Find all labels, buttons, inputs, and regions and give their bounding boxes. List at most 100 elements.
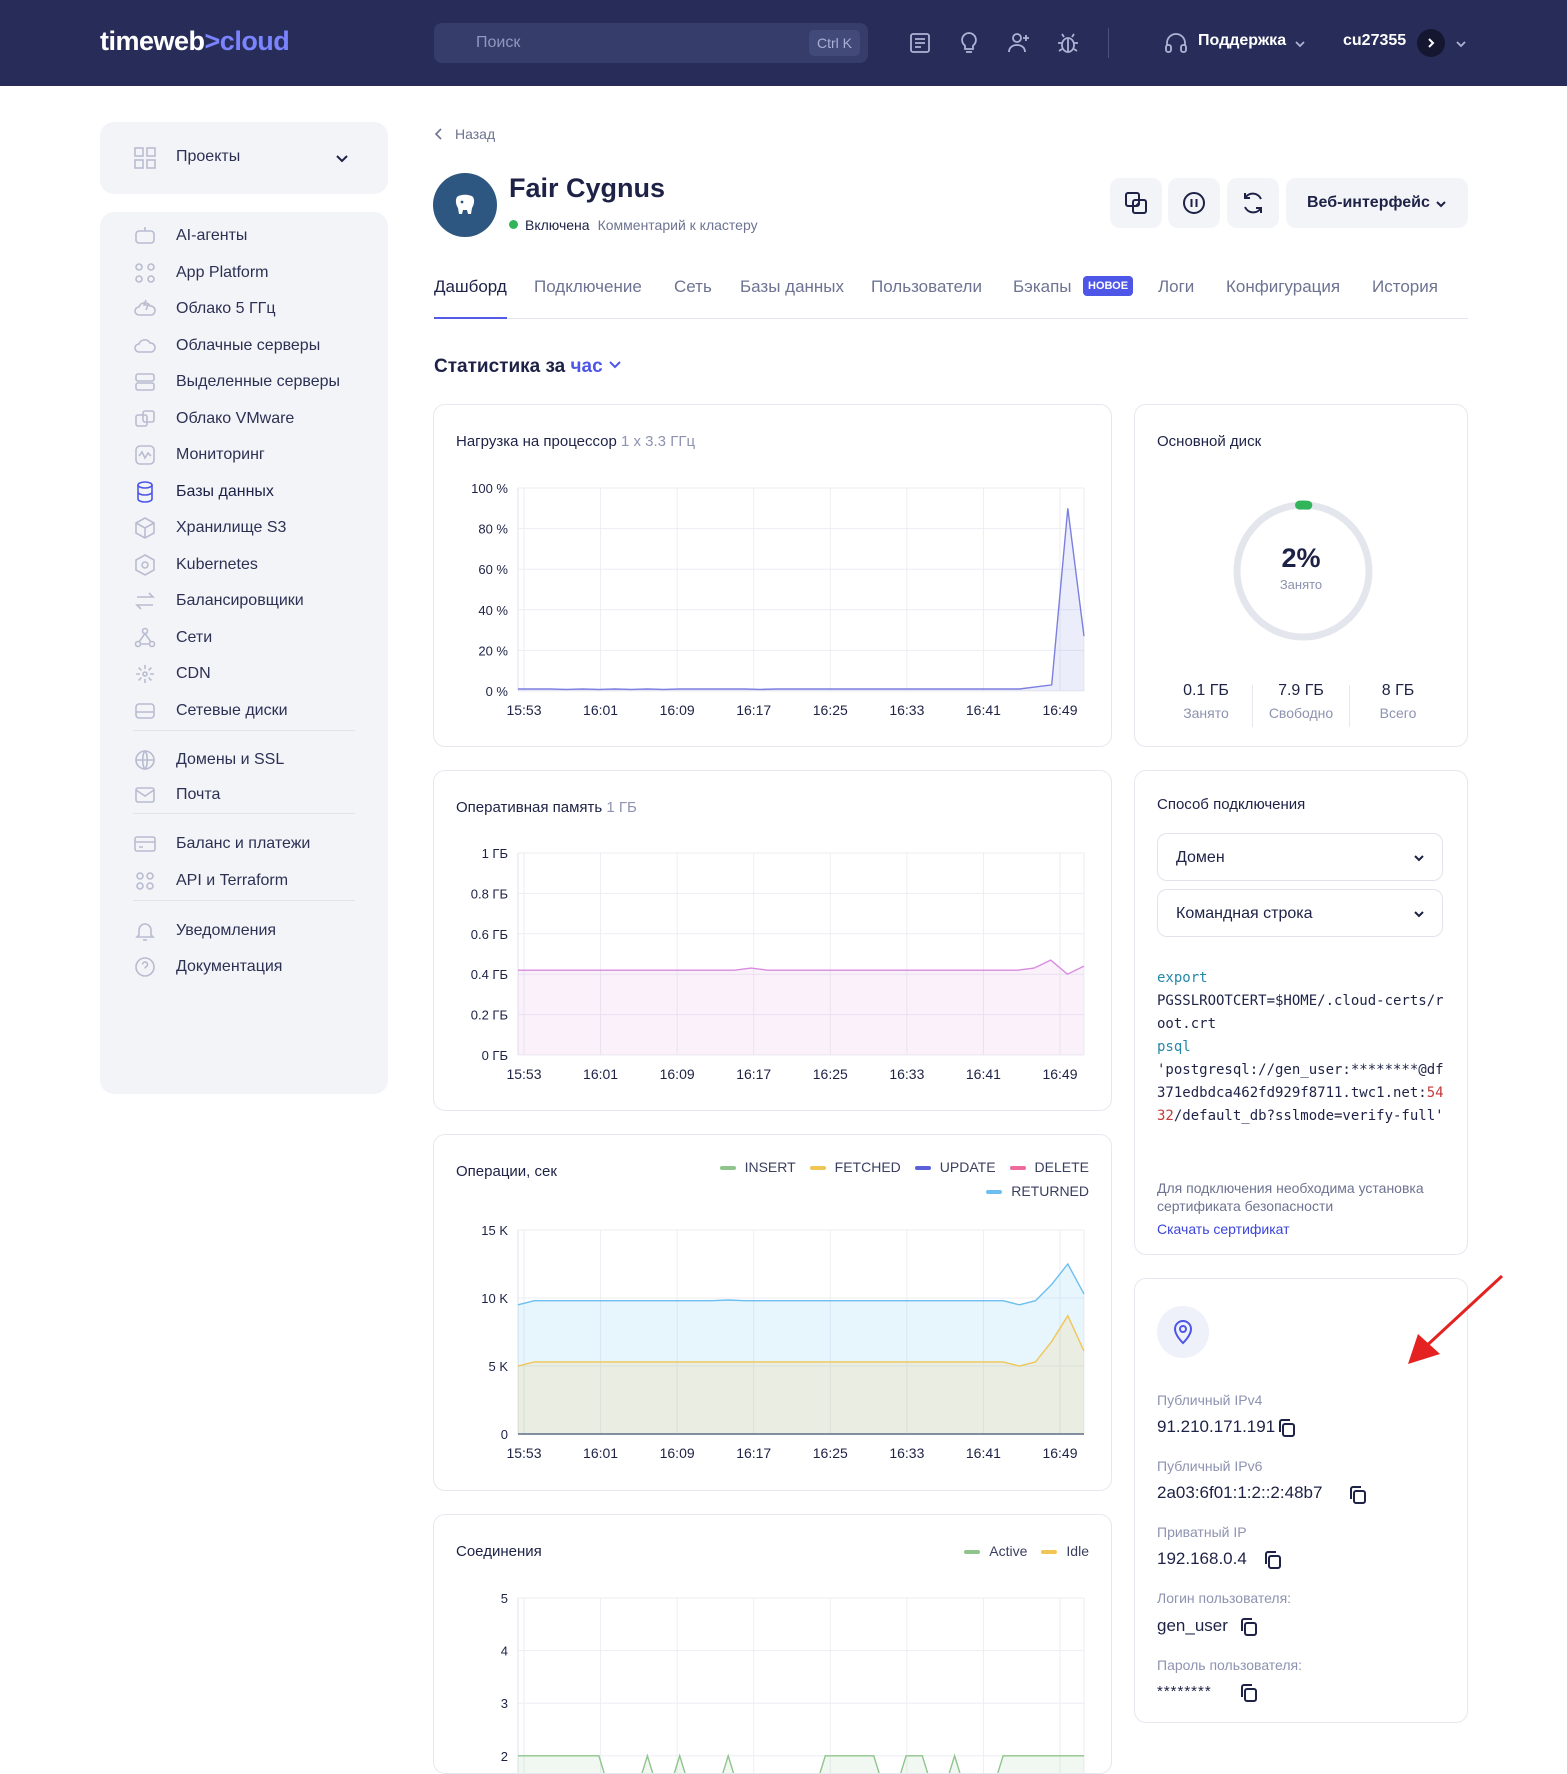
y-tick-label: 4 — [501, 1644, 508, 1659]
chevron-left-icon — [434, 128, 442, 140]
stats-title-label: Статистика за — [434, 356, 566, 377]
chart-legend: RETURNED — [986, 1183, 1089, 1199]
y-tick-label: 0.4 ГБ — [471, 967, 508, 982]
docs-icon[interactable] — [906, 29, 934, 57]
sidebar-item-apps[interactable]: App Platform — [100, 255, 388, 291]
sidebar-divider — [133, 900, 355, 901]
web-interface-button[interactable]: Веб-интерфейс — [1286, 178, 1468, 228]
sidebar-divider — [133, 730, 355, 731]
sidebar-item-kubernetes[interactable]: Kubernetes — [100, 547, 388, 583]
user-menu-button[interactable] — [1417, 29, 1445, 57]
sidebar-item-lightning-cloud[interactable]: Облако 5 ГГц — [100, 291, 388, 327]
y-tick-label: 0.8 ГБ — [471, 886, 508, 901]
sidebar-item-cdn[interactable]: CDN — [100, 656, 388, 692]
sidebar-item-mail[interactable]: Почта — [100, 777, 388, 813]
tab-connection[interactable]: Подключение — [534, 277, 642, 297]
tab-logs[interactable]: Логи — [1158, 277, 1194, 297]
page-title: Fair Cygnus — [509, 173, 666, 203]
legend-item-active[interactable]: Active — [964, 1543, 1027, 1559]
sidebar-item-cube[interactable]: Хранилище S3 — [100, 510, 388, 546]
legend-item-returned[interactable]: RETURNED — [986, 1183, 1089, 1199]
private-ip-label: Приватный IP — [1157, 1524, 1247, 1540]
sidebar-item-arrows[interactable]: Балансировщики — [100, 583, 388, 619]
legend-item-fetched[interactable]: FETCHED — [809, 1159, 901, 1175]
sidebar-item-disk[interactable]: Сетевые диски — [100, 693, 388, 729]
logo[interactable]: timeweb>cloud — [100, 26, 290, 57]
tab-backups[interactable]: Бэкапы — [1013, 277, 1072, 297]
add-user-icon[interactable] — [1005, 29, 1033, 57]
host-select[interactable]: Домен — [1157, 833, 1443, 881]
top-bar: timeweb>cloud Поиск Ctrl K Поддержка cu2… — [0, 0, 1567, 86]
period-selector[interactable]: час — [571, 356, 603, 377]
series-line-returned — [517, 1262, 1085, 1306]
legend-label: FETCHED — [834, 1159, 901, 1175]
y-tick-label: 40 % — [478, 603, 508, 618]
sidebar-item-vmware[interactable]: Облако VMware — [100, 401, 388, 437]
new-badge: НОВОЕ — [1083, 276, 1134, 296]
legend-item-insert[interactable]: INSERT — [719, 1159, 796, 1175]
copy-icon[interactable] — [1239, 1617, 1259, 1637]
method-select[interactable]: Командная строка — [1157, 889, 1443, 937]
database-icon — [137, 481, 153, 503]
disk-title: Основной диск — [1157, 433, 1262, 450]
chevron-down-icon[interactable] — [608, 359, 622, 371]
restart-button[interactable] — [1227, 178, 1279, 228]
y-tick-label: 0 — [501, 1427, 508, 1442]
copy-icon[interactable] — [1348, 1485, 1368, 1505]
user-name[interactable]: cu27355 — [1343, 32, 1406, 50]
help-icon — [135, 957, 155, 977]
y-tick-label: 80 % — [478, 522, 508, 537]
vmware-icon — [135, 410, 155, 427]
sidebar-item-help[interactable]: Документация — [100, 949, 388, 985]
clone-button[interactable] — [1110, 178, 1162, 228]
connection-command[interactable]: export PGSSLROOTCERT=$HOME/.cloud-certs/… — [1157, 967, 1447, 1128]
chevron-down-icon[interactable] — [1293, 37, 1307, 51]
x-tick-label: 16:49 — [1042, 1445, 1077, 1461]
chevron-down-icon — [1436, 201, 1446, 208]
code-psql: psql — [1157, 1039, 1191, 1055]
login-value: gen_user — [1157, 1616, 1228, 1635]
sidebar-item-network[interactable]: Сети — [100, 620, 388, 656]
sidebar-divider — [133, 813, 355, 814]
sidebar-item-database[interactable]: Базы данных — [100, 474, 388, 510]
tab-history[interactable]: История — [1372, 277, 1438, 297]
cluster-comment[interactable]: Комментарий к кластеру — [598, 217, 758, 233]
idea-icon[interactable] — [955, 29, 983, 57]
support-menu[interactable]: Поддержка — [1198, 32, 1286, 50]
tab-databases[interactable]: Базы данных — [740, 277, 844, 297]
x-tick-label: 16:33 — [889, 702, 924, 718]
x-tick-label: 16:09 — [660, 1066, 695, 1082]
copy-icon[interactable] — [1239, 1683, 1259, 1703]
sidebar-item-cloud[interactable]: Облачные серверы — [100, 328, 388, 364]
sidebar-item-bell[interactable]: Уведомления — [100, 913, 388, 949]
sidebar-item-monitoring[interactable]: Мониторинг — [100, 437, 388, 473]
series-area-ram — [518, 960, 1084, 1055]
sidebar-item-robot[interactable]: AI-агенты — [100, 218, 388, 254]
web-interface-label: Веб-интерфейс — [1307, 194, 1430, 211]
x-tick-label: 16:33 — [889, 1445, 924, 1461]
copy-icon[interactable] — [1277, 1418, 1297, 1438]
copy-icon[interactable] — [1263, 1550, 1283, 1570]
tab-dashboard[interactable]: Дашборд — [434, 277, 507, 297]
back-label: Назад — [455, 126, 496, 142]
search-input[interactable]: Поиск Ctrl K — [434, 23, 868, 63]
sidebar-item-api[interactable]: API и Terraform — [100, 863, 388, 899]
sidebar-item-card[interactable]: Баланс и платежи — [100, 826, 388, 862]
projects-selector[interactable]: Проекты — [100, 122, 388, 194]
chevron-down-icon[interactable] — [1454, 37, 1468, 51]
tab-configuration[interactable]: Конфигурация — [1226, 277, 1340, 297]
legend-item-idle[interactable]: Idle — [1041, 1543, 1089, 1559]
ipv4-label: Публичный IPv4 — [1157, 1392, 1263, 1408]
ram-plot: 1 ГБ 0.8 ГБ 0.6 ГБ 0.4 ГБ 0.2 ГБ 0 ГБ 15:53 16:… — [471, 846, 1085, 1082]
legend-item-delete[interactable]: DELETE — [1009, 1159, 1089, 1175]
sidebar-item-globe[interactable]: Домены и SSL — [100, 742, 388, 778]
sidebar-item-label: CDN — [176, 665, 211, 682]
tab-network[interactable]: Сеть — [674, 277, 712, 297]
bug-icon[interactable] — [1054, 29, 1082, 57]
status-label: Включена — [525, 217, 590, 233]
tab-users[interactable]: Пользователи — [871, 277, 982, 297]
pause-button[interactable] — [1168, 178, 1220, 228]
legend-item-update[interactable]: UPDATE — [914, 1159, 996, 1175]
download-certificate-link[interactable]: Скачать сертификат — [1157, 1221, 1290, 1237]
sidebar-item-server[interactable]: Выделенные серверы — [100, 364, 388, 400]
